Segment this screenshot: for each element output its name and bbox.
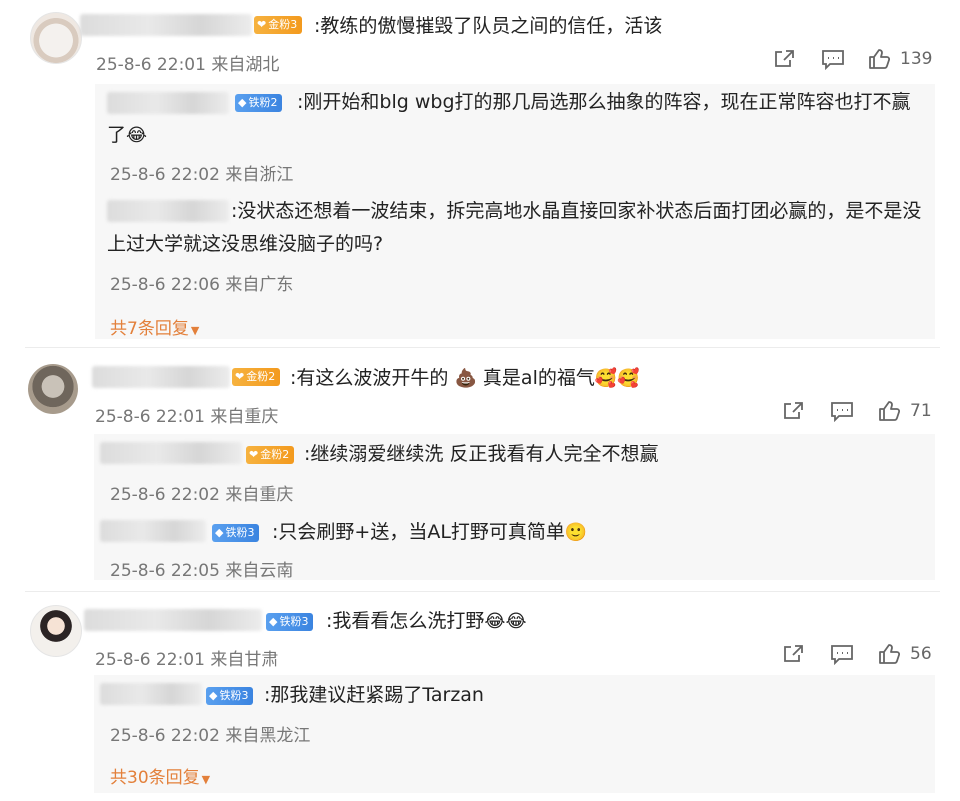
comment-meta: 25-8-6 22:01 来自重庆	[95, 407, 279, 427]
reply-username-blurred[interactable]	[100, 442, 242, 464]
comment-item: ❤ 金粉3 :教练的傲慢摧毁了队员之间的信任，活该 25-8-6 22:01 来…	[0, 0, 960, 345]
share-icon	[784, 402, 803, 419]
reply-list: ❤ 金粉2 :继续溺爱继续洗 反正我看有人完全不想赢 25-8-6 22:02 …	[94, 434, 935, 581]
reply-text: :刚开始和blg wbg打的那几局选那么抽象的阵容，现在正常阵容也打不赢了😂	[107, 91, 911, 146]
heart-badge-icon: ❤	[249, 448, 259, 461]
diamond-badge-icon: ◆	[209, 689, 218, 702]
comment-icon	[831, 645, 853, 665]
reply-meta: 25-8-6 22:02 来自黑龙江	[110, 726, 311, 746]
share-icon	[775, 50, 794, 67]
comment-button[interactable]	[830, 643, 854, 665]
username-blurred[interactable]	[92, 366, 230, 388]
reply-text: :只会刷野+送，当AL打野可真简单🙂	[272, 521, 588, 543]
divider	[25, 347, 940, 348]
reply-text: :继续溺爱继续洗 反正我看有人完全不想赢	[304, 443, 659, 465]
reply-meta: 25-8-6 22:06 来自广东	[110, 275, 294, 295]
diamond-badge-icon: ◆	[269, 615, 278, 628]
heart-badge-icon: ❤	[257, 18, 267, 31]
avatar[interactable]	[30, 12, 82, 64]
share-button[interactable]	[781, 643, 805, 665]
comment-meta: 25-8-6 22:01 来自湖北	[96, 55, 280, 75]
reply-username-blurred[interactable]	[100, 520, 206, 542]
comment-text: :有这么波波开牛的 💩 真是al的福气🥰🥰	[290, 367, 640, 389]
laughing-emoji-icon: 😂	[126, 125, 148, 146]
like-icon	[869, 49, 890, 69]
more-replies-link[interactable]: 共7条回复 ▼	[110, 314, 199, 339]
share-button[interactable]	[772, 48, 796, 70]
comment-button[interactable]	[830, 400, 854, 422]
like-button[interactable]: 71	[878, 400, 932, 422]
username-blurred[interactable]	[84, 609, 262, 631]
like-count: 139	[900, 49, 933, 69]
poop-emoji-icon: 💩	[454, 368, 477, 389]
username-blurred[interactable]	[80, 14, 252, 36]
like-icon	[879, 401, 900, 421]
avatar[interactable]	[28, 364, 78, 414]
share-icon	[784, 645, 803, 662]
fan-badge[interactable]: ❤ 金粉3	[254, 16, 303, 34]
reply-text: :没状态还想着一波结束，拆完高地水晶直接回家补状态后面打团必赢的，是不是没上过大…	[107, 200, 922, 255]
fan-badge[interactable]: ❤ 金粉2	[232, 368, 281, 386]
diamond-badge-icon: ◆	[215, 526, 224, 539]
more-replies-link[interactable]: 共30条回复 ▼	[110, 763, 210, 788]
comment-icon	[831, 402, 853, 422]
comment-meta: 25-8-6 22:01 来自甘肃	[95, 650, 279, 670]
heart-badge-icon: ❤	[235, 370, 245, 383]
like-icon	[879, 644, 900, 664]
caret-down-icon: ▼	[201, 773, 211, 786]
reply-list: ◆ 铁粉3 :那我建议赶紧踢了Tarzan 25-8-6 22:02 来自黑龙江…	[94, 675, 935, 793]
comment-text: :教练的傲慢摧毁了队员之间的信任，活该	[314, 15, 663, 37]
reply-text: :那我建议赶紧踢了Tarzan	[264, 684, 484, 706]
avatar[interactable]	[30, 605, 82, 657]
caret-down-icon: ▼	[190, 324, 200, 337]
fan-badge[interactable]: ❤ 金粉2	[246, 446, 295, 464]
fan-badge[interactable]: ◆ 铁粉3	[266, 613, 314, 631]
divider	[25, 591, 940, 592]
comment-text: :我看看怎么洗打野😂😂	[326, 610, 527, 632]
like-button[interactable]: 139	[868, 48, 932, 70]
reply-meta: 25-8-6 22:05 来自云南	[110, 561, 294, 581]
comment-item: ❤ 金粉2 :有这么波波开牛的 💩 真是al的福气🥰🥰 25-8-6 22:01…	[0, 350, 960, 590]
laughing-emoji-icon: 😂😂	[484, 611, 527, 632]
smile-emoji-icon: 🙂	[564, 522, 588, 543]
fan-badge[interactable]: ◆ 铁粉3	[206, 687, 254, 705]
reply-username-blurred[interactable]	[100, 683, 202, 705]
comment-item: ◆ 铁粉3 :我看看怎么洗打野😂😂 25-8-6 22:01 来自甘肃 56 ◆…	[0, 595, 960, 801]
comment-icon	[822, 50, 844, 70]
like-count: 56	[910, 644, 932, 664]
reply-meta: 25-8-6 22:02 来自浙江	[110, 165, 294, 185]
like-count: 71	[910, 401, 932, 421]
comment-button[interactable]	[821, 48, 845, 70]
reply-meta: 25-8-6 22:02 来自重庆	[110, 485, 294, 505]
heart-eyes-emoji-icon: 🥰🥰	[594, 368, 640, 389]
like-button[interactable]: 56	[878, 643, 932, 665]
reply-list: ◆ 铁粉2 :刚开始和blg wbg打的那几局选那么抽象的阵容，现在正常阵容也打…	[95, 84, 935, 339]
share-button[interactable]	[781, 400, 805, 422]
fan-badge[interactable]: ◆ 铁粉3	[212, 524, 260, 542]
